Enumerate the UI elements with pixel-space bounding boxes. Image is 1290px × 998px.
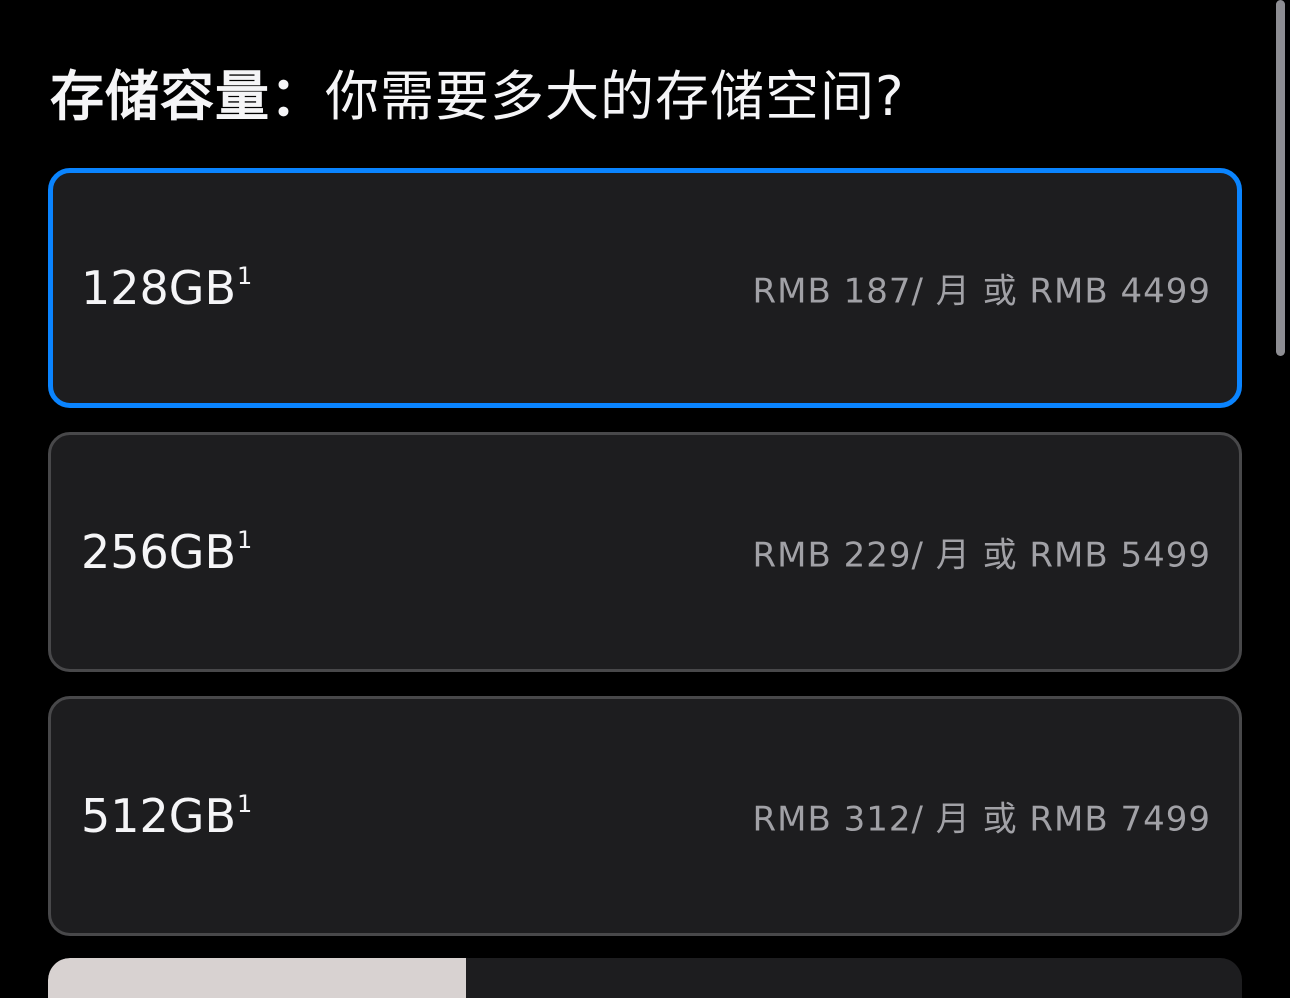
footnote-marker: 1 bbox=[237, 790, 253, 818]
capacity-label: 128GB1 bbox=[81, 261, 253, 315]
capacity-label: 256GB1 bbox=[81, 525, 253, 579]
page-title: 存储容量：你需要多大的存储空间? bbox=[50, 64, 905, 130]
footnote-marker: 1 bbox=[237, 526, 253, 554]
page-title-question: 你需要多大的存储空间? bbox=[325, 65, 905, 129]
storage-option-128gb[interactable]: 128GB1 RMB 187/ 月 或 RMB 4499 bbox=[48, 168, 1242, 408]
next-card-partial[interactable] bbox=[48, 958, 1242, 998]
price-label: RMB 229/ 月 或 RMB 5499 bbox=[752, 535, 1211, 576]
scrollbar[interactable] bbox=[1272, 0, 1290, 969]
capacity-label: 512GB1 bbox=[81, 789, 253, 843]
storage-option-256gb[interactable]: 256GB1 RMB 229/ 月 或 RMB 5499 bbox=[48, 432, 1242, 672]
price-label: RMB 187/ 月 或 RMB 4499 bbox=[752, 271, 1211, 312]
scrollbar-thumb[interactable] bbox=[1276, 0, 1285, 356]
storage-option-list: 128GB1 RMB 187/ 月 或 RMB 4499 256GB1 RMB … bbox=[48, 168, 1242, 960]
footnote-marker: 1 bbox=[237, 262, 253, 290]
next-card-image bbox=[48, 958, 466, 998]
page-title-lead: 存储容量： bbox=[50, 65, 325, 129]
storage-option-512gb[interactable]: 512GB1 RMB 312/ 月 或 RMB 7499 bbox=[48, 696, 1242, 936]
price-label: RMB 312/ 月 或 RMB 7499 bbox=[752, 799, 1211, 840]
